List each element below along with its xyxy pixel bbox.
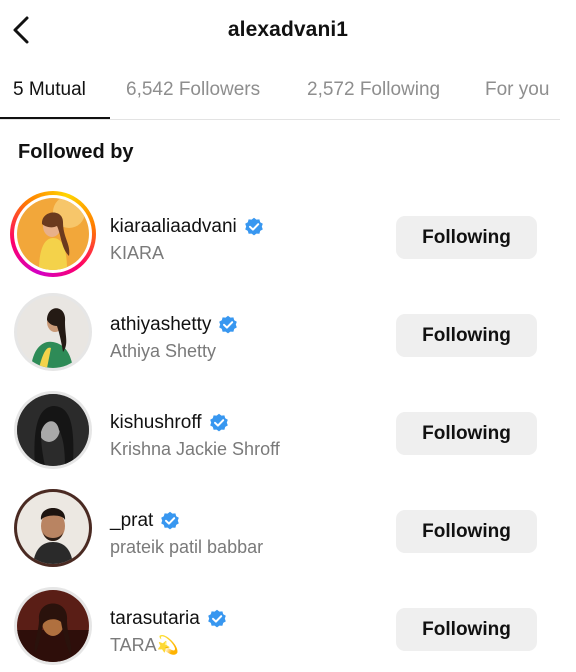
- user-row[interactable]: kiaraaliaadvani KIARA Following: [0, 190, 576, 280]
- story-ring[interactable]: [10, 191, 96, 277]
- tab-divider: [0, 119, 560, 120]
- verified-badge-icon: [219, 315, 238, 334]
- verified-badge-icon: [161, 511, 180, 530]
- avatar: [17, 492, 89, 564]
- following-button[interactable]: Following: [396, 608, 537, 651]
- profile-username-title: alexadvani1: [227, 18, 349, 41]
- username[interactable]: _prat: [110, 510, 180, 532]
- username-text: _prat: [110, 510, 154, 531]
- full-name: Krishna Jackie Shroff: [110, 439, 280, 459]
- tab-mutual[interactable]: 5 Mutual: [13, 79, 86, 101]
- verified-badge-icon: [207, 609, 226, 628]
- following-button[interactable]: Following: [396, 412, 537, 455]
- following-button[interactable]: Following: [396, 314, 537, 357]
- username-text: tarasutaria: [110, 608, 200, 629]
- top-bar: alexadvani1: [0, 0, 576, 62]
- username-text: kishushroff: [110, 412, 202, 433]
- avatar: [17, 394, 89, 466]
- user-row[interactable]: athiyashetty Athiya Shetty Following: [0, 288, 576, 378]
- full-name: KIARA: [110, 243, 165, 263]
- user-row[interactable]: kishushroff Krishna Jackie Shroff Follow…: [0, 386, 576, 476]
- following-button[interactable]: Following: [396, 510, 537, 553]
- avatar: [17, 296, 89, 368]
- username[interactable]: kiaraaliaadvani: [110, 216, 264, 238]
- tab-followers[interactable]: 6,542 Followers: [126, 79, 260, 101]
- user-row[interactable]: _prat prateik patil babbar Following: [0, 484, 576, 574]
- verified-badge-icon: [209, 413, 228, 432]
- avatar: [17, 590, 89, 662]
- avatar-frame[interactable]: [10, 387, 96, 473]
- section-title: Followed by: [18, 141, 134, 163]
- username-text: athiyashetty: [110, 314, 212, 335]
- avatar-frame[interactable]: [10, 289, 96, 375]
- tab-for-you[interactable]: For you: [485, 79, 549, 101]
- verified-badge-icon: [244, 217, 263, 236]
- username[interactable]: athiyashetty: [110, 314, 238, 336]
- following-button[interactable]: Following: [396, 216, 537, 259]
- tab-following[interactable]: 2,572 Following: [307, 79, 440, 101]
- username-text: kiaraaliaadvani: [110, 216, 237, 237]
- avatar-frame[interactable]: [10, 485, 96, 571]
- username[interactable]: tarasutaria: [110, 608, 227, 630]
- user-row[interactable]: tarasutaria TARA💫 Following: [0, 582, 576, 672]
- username[interactable]: kishushroff: [110, 412, 229, 434]
- full-name: Athiya Shetty: [110, 341, 217, 361]
- avatar: [17, 198, 89, 270]
- tab-bar: 5 Mutual 6,542 Followers 2,572 Following…: [0, 62, 560, 120]
- full-name: TARA💫: [110, 635, 180, 655]
- full-name: prateik patil babbar: [110, 537, 264, 557]
- avatar-frame[interactable]: [10, 583, 96, 669]
